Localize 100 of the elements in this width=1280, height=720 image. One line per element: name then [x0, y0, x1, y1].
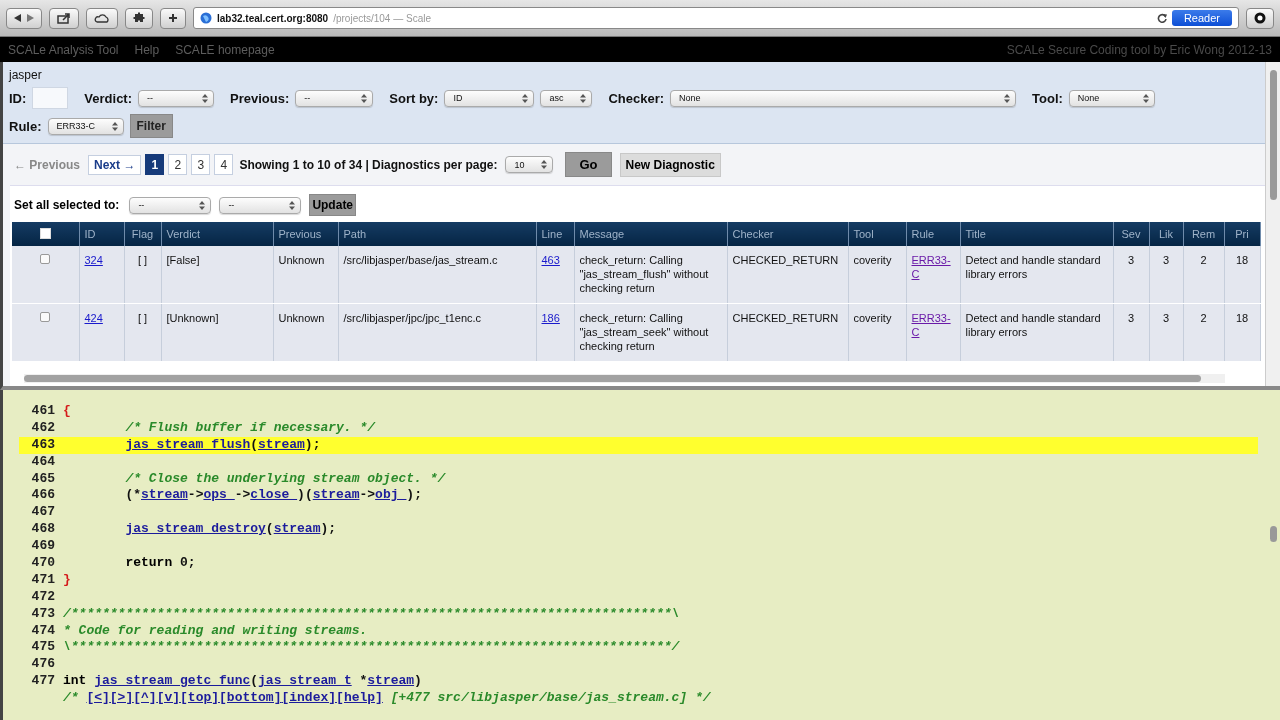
table-cell: [ ] [124, 246, 161, 304]
reload-icon[interactable] [1156, 13, 1167, 23]
line-number: 473 [30, 605, 55, 623]
code-link[interactable]: obj_ [375, 487, 407, 503]
plus-icon [168, 13, 178, 23]
select-field[interactable]: -- [219, 196, 302, 214]
code-link[interactable]: [index] [281, 690, 337, 706]
code-link[interactable]: jas_stream_flush [125, 436, 251, 452]
column-header[interactable]: Pri [1224, 222, 1260, 246]
column-header[interactable]: Lik [1149, 222, 1183, 246]
column-header[interactable]: Message [574, 222, 727, 246]
code-link[interactable]: stream [141, 487, 188, 503]
row-checkbox[interactable] [40, 312, 51, 322]
select-field[interactable]: None [670, 89, 1017, 107]
share-button[interactable] [49, 7, 79, 29]
code-link[interactable]: stream [367, 673, 415, 689]
code-link[interactable]: close_ [250, 487, 298, 503]
table-cell: Unknown [273, 246, 338, 304]
table-cell: 2 [1183, 246, 1224, 304]
horizontal-scrollbar[interactable] [24, 374, 1225, 383]
code-link[interactable]: [>] [109, 690, 134, 706]
column-header[interactable]: Checker [727, 222, 848, 246]
table-cell: 18 [1224, 246, 1260, 304]
select-field[interactable]: asc [540, 89, 593, 107]
code-link[interactable]: [<] [86, 690, 110, 706]
back-icon [14, 14, 21, 22]
table-cell: check_return: Calling "jas_stream_seek" without checking return [574, 303, 727, 362]
column-header[interactable]: Rule [906, 222, 960, 246]
per-page-select[interactable]: 10 [505, 156, 554, 173]
table-link[interactable]: 324 [84, 254, 103, 266]
column-header[interactable]: Verdict [161, 222, 273, 246]
column-header[interactable]: Line [536, 222, 574, 246]
vertical-scrollbar[interactable] [1265, 62, 1280, 386]
table-cell: Detect and handle standard library errors [960, 246, 1113, 304]
column-header[interactable]: ID [79, 222, 124, 246]
code-line: /* [<][>][^][v][top][bottom][index][help] [+477 src/libjasper/base/jas_stream.c] */ [63, 690, 711, 708]
navigation-buttons[interactable] [6, 7, 42, 29]
cloud-button[interactable] [86, 7, 118, 29]
code-link[interactable]: [bottom] [219, 690, 282, 706]
column-header[interactable]: Rem [1183, 222, 1224, 246]
code-link[interactable]: ops_ [203, 487, 235, 503]
dropdown-arrows-icon [361, 93, 368, 103]
select-field[interactable]: ERR33-C [47, 117, 124, 135]
code-link[interactable]: jas_stream_getc_func [94, 673, 251, 689]
reader-button[interactable]: Reader [1171, 10, 1232, 26]
dropdown-arrows-icon [202, 93, 209, 103]
code-line: jas_stream_flush(stream); [124, 436, 321, 454]
table-cell: 2 [1183, 303, 1224, 362]
column-header[interactable]: Flag [124, 222, 161, 246]
code-link[interactable]: stream [312, 487, 360, 503]
select-all-checkbox[interactable] [39, 227, 51, 239]
page-button[interactable]: 1 [145, 154, 165, 175]
code-link[interactable]: jas_stream_t [258, 673, 352, 689]
id-field[interactable] [32, 87, 69, 109]
line-number: 469 [30, 538, 55, 555]
code-link[interactable]: jas_stream_destroy [125, 521, 266, 537]
select-field[interactable]: -- [295, 89, 374, 107]
line-number: 472 [30, 588, 55, 606]
address-bar[interactable]: lab32.teal.cert.org:8080 /projects/104 — Scale Reader [193, 7, 1239, 29]
code-link[interactable]: [help] [336, 690, 383, 706]
table-link[interactable]: 424 [84, 312, 103, 324]
line-number: 470 [30, 555, 55, 572]
table-cell: /src/libjasper/jpc/jpc_t1enc.c [338, 303, 536, 362]
extension-button[interactable] [1246, 7, 1274, 29]
column-header[interactable]: Previous [273, 222, 338, 246]
field-label: Previous: [230, 90, 290, 106]
code-link[interactable]: stream [258, 436, 305, 452]
column-header[interactable]: Path [338, 222, 536, 246]
page-button[interactable]: 2 [168, 154, 188, 175]
code-link[interactable]: [^] [133, 690, 157, 706]
select-field[interactable]: None [1068, 89, 1155, 107]
add-button[interactable] [160, 7, 186, 29]
dropdown-arrows-icon [522, 93, 529, 103]
line-number: 467 [30, 504, 55, 522]
extensions-button[interactable] [125, 7, 153, 29]
new-diagnostic-button[interactable]: New Diagnostic [619, 152, 721, 177]
next-button[interactable]: Next → [88, 154, 142, 175]
column-header[interactable]: Sev [1113, 222, 1149, 246]
table-cell: 3 [1149, 246, 1183, 304]
code-line: * Code for reading and writing streams. [63, 622, 368, 640]
select-field[interactable]: -- [138, 89, 215, 107]
page-button[interactable]: 3 [191, 154, 211, 175]
page-button[interactable]: 4 [214, 154, 234, 175]
row-checkbox[interactable] [40, 254, 51, 264]
select-field[interactable]: -- [129, 196, 212, 214]
code-link[interactable]: [top] [180, 690, 220, 706]
line-number: 464 [30, 453, 55, 471]
filter-button[interactable]: Filter [129, 114, 173, 138]
code-line: (*stream->ops_->close_)(stream->obj_); [124, 487, 422, 505]
code-link[interactable]: stream [273, 521, 321, 537]
column-header[interactable]: Title [960, 222, 1113, 246]
column-header[interactable]: Tool [848, 222, 906, 246]
table-link[interactable]: 186 [541, 312, 560, 324]
table-link[interactable]: 463 [541, 254, 560, 266]
dropdown-arrows-icon [1004, 93, 1011, 103]
code-link[interactable]: [v] [156, 690, 181, 706]
go-button[interactable]: Go [565, 152, 612, 177]
line-number: 476 [30, 656, 55, 674]
select-field[interactable]: ID [444, 89, 535, 107]
update-button[interactable]: Update [309, 194, 357, 216]
